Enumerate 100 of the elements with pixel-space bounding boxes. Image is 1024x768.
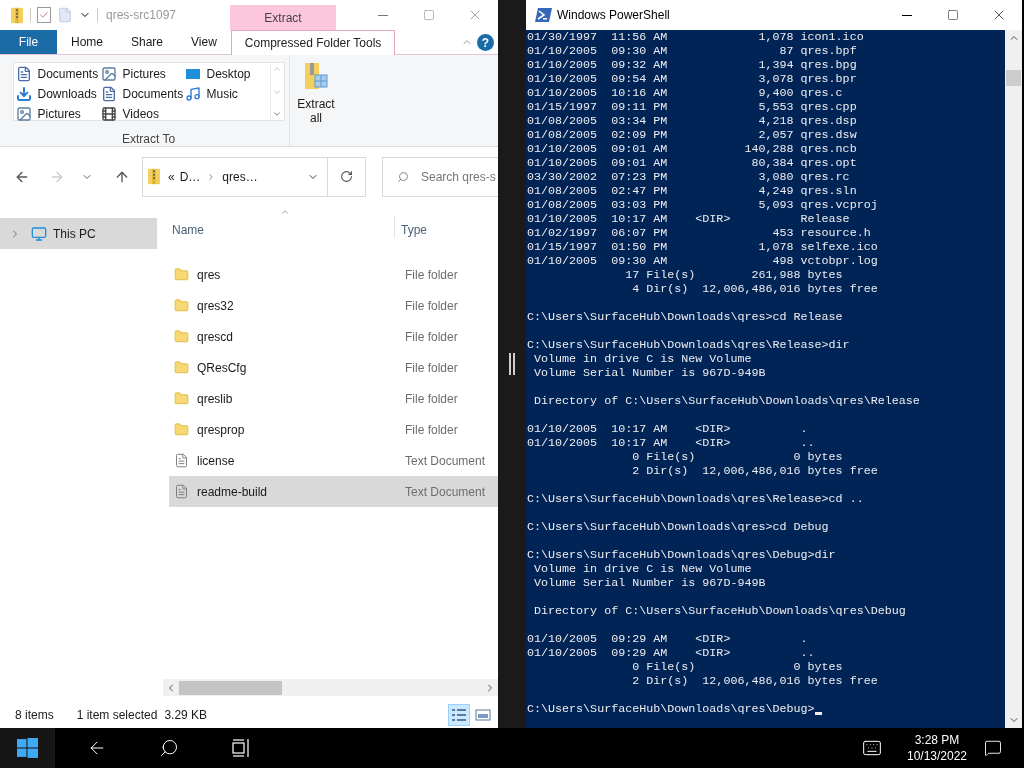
document-icon bbox=[15, 66, 32, 82]
file-row[interactable]: qreslib File folder bbox=[169, 383, 498, 414]
maximize-icon bbox=[947, 9, 959, 21]
nav-item[interactable]: This PC bbox=[0, 218, 157, 249]
console-line: 01/10/2005 09:32 AM 1,394 qres.bpg bbox=[527, 58, 857, 72]
start-button[interactable] bbox=[0, 728, 55, 768]
address-bar[interactable]: « D… qres… bbox=[142, 156, 366, 197]
scroll-thumb[interactable] bbox=[179, 680, 282, 695]
notifications-icon[interactable] bbox=[984, 739, 1002, 757]
keyboard-icon[interactable] bbox=[860, 738, 884, 758]
gallery-item[interactable]: Downloads bbox=[15, 84, 101, 104]
file-row[interactable]: readme-build Text Document bbox=[169, 476, 498, 507]
ribbon-tab[interactable]: Share bbox=[117, 30, 178, 54]
file-row[interactable]: qrescd File folder bbox=[169, 321, 498, 352]
console-line: 01/08/2005 02:09 PM 2,057 qres.dsw bbox=[527, 128, 857, 142]
file-row[interactable]: qres File folder bbox=[169, 259, 498, 290]
picture-icon bbox=[15, 106, 32, 122]
column-header[interactable]: Type bbox=[401, 221, 427, 239]
console-line: 01/10/2005 10:17 AM <DIR> .. bbox=[527, 436, 815, 450]
text-file-icon bbox=[174, 484, 189, 499]
console-line: C:\Users\SurfaceHub\Downloads\qres\Debug>dir bbox=[527, 548, 836, 562]
minimize-icon bbox=[902, 14, 912, 16]
horizontal-scrollbar[interactable] bbox=[163, 679, 498, 696]
search-icon bbox=[397, 170, 409, 183]
console-line: 01/08/2005 03:03 PM 5,093 qres.vcproj bbox=[527, 198, 878, 212]
gallery-item[interactable]: Pictures bbox=[15, 104, 101, 124]
console-line: C:\Users\SurfaceHub\Downloads\qres\Release>dir bbox=[527, 338, 850, 352]
zip-folder-icon bbox=[10, 6, 24, 24]
text-file-icon bbox=[174, 453, 189, 468]
breadcrumb[interactable]: D… bbox=[179, 167, 201, 186]
music-icon bbox=[184, 86, 201, 102]
breadcrumb[interactable]: qres… bbox=[222, 167, 258, 186]
console-line: 01/15/1997 01:50 PM 1,078 selfexe.ico bbox=[527, 240, 878, 254]
console-line: 01/10/2005 09:29 AM <DIR> . bbox=[527, 632, 808, 646]
console-line: 0 File(s) 0 bytes bbox=[631, 660, 843, 674]
console-line: 01/10/2005 09:01 AM 80,384 qres.opt bbox=[527, 156, 857, 170]
console-line: C:\Users\SurfaceHub\Downloads\qres\Release>cd .. bbox=[527, 492, 864, 506]
ribbon-tab[interactable]: Home bbox=[57, 30, 117, 54]
windows-logo-icon bbox=[17, 737, 38, 759]
console-line: Directory of C:\Users\SurfaceHub\Downloads\qres\Release bbox=[533, 394, 920, 408]
details-view-icon bbox=[451, 708, 467, 722]
search-icon bbox=[159, 738, 179, 758]
minimize-icon bbox=[378, 14, 388, 16]
gallery-item[interactable]: Pictures bbox=[100, 64, 185, 84]
file-row[interactable]: QResCfg File folder bbox=[169, 352, 498, 383]
task-view-icon bbox=[231, 738, 251, 758]
details-view-button[interactable] bbox=[448, 704, 470, 726]
clock[interactable]: 3:28 PM 10/13/2022 bbox=[902, 732, 972, 764]
ribbon-tab[interactable]: Compressed Folder Tools bbox=[230, 30, 396, 55]
console-line: 01/02/1997 06:07 PM 453 resource.h bbox=[527, 226, 871, 240]
context-tab-header: Extract bbox=[230, 5, 336, 30]
gallery-item[interactable]: Documents bbox=[100, 84, 185, 104]
ribbon-tab[interactable]: View bbox=[177, 30, 231, 54]
gallery-item[interactable]: Videos bbox=[100, 104, 185, 124]
gallery-item[interactable]: Documents bbox=[15, 64, 101, 84]
picture-icon bbox=[100, 66, 117, 82]
console-line: Volume Serial Number is 967D-949B bbox=[533, 366, 766, 380]
folder-icon bbox=[174, 422, 189, 437]
scroll-up-icon[interactable] bbox=[272, 64, 282, 74]
folder-icon bbox=[174, 298, 189, 313]
overflow-crumb[interactable]: « bbox=[168, 167, 175, 186]
console-line: 0 File(s) 0 bytes bbox=[631, 450, 843, 464]
group-label: Extract To bbox=[121, 131, 176, 148]
gallery-item[interactable]: Music bbox=[184, 84, 270, 104]
console-line: 2 Dir(s) 12,006,486,016 bytes free bbox=[631, 674, 878, 688]
file-row[interactable]: license Text Document bbox=[169, 445, 498, 476]
vertical-scrollbar[interactable] bbox=[1005, 30, 1022, 728]
console-line: C:\Users\SurfaceHub\Downloads\qres\Debug> bbox=[527, 702, 815, 716]
console-line: 01/08/2005 03:34 PM 4,218 qres.dsp bbox=[527, 114, 857, 128]
item-count: 8 items bbox=[15, 707, 54, 724]
refresh-icon[interactable] bbox=[340, 170, 353, 183]
console-line: 01/08/2005 02:47 PM 4,249 qres.sln bbox=[527, 184, 857, 198]
file-row[interactable]: qres32 File folder bbox=[169, 290, 498, 321]
gallery-item[interactable]: Desktop bbox=[184, 64, 270, 84]
file-row[interactable]: qresprop File folder bbox=[169, 414, 498, 445]
scroll-thumb[interactable] bbox=[1006, 70, 1021, 86]
console-line: 01/30/1997 11:56 AM 1,078 icon1.ico bbox=[527, 30, 864, 44]
console-line: Volume in drive C is New Volume bbox=[533, 352, 752, 366]
console-line: 01/10/2005 09:29 AM <DIR> .. bbox=[527, 646, 815, 660]
computer-icon bbox=[31, 225, 47, 242]
properties-icon[interactable] bbox=[37, 7, 51, 23]
zip-folder-icon bbox=[147, 168, 161, 185]
console-line: 01/10/2005 10:17 AM <DIR> . bbox=[527, 422, 808, 436]
console-line: 03/30/2002 07:23 PM 3,080 qres.rc bbox=[527, 170, 850, 184]
console-line: 01/10/2005 09:30 AM 498 vctobpr.log bbox=[527, 254, 878, 268]
console-line: 01/10/2005 09:01 AM 140,288 qres.ncb bbox=[527, 142, 857, 156]
film-icon bbox=[100, 106, 117, 122]
new-folder-icon[interactable] bbox=[57, 7, 73, 23]
expand-gallery-icon[interactable] bbox=[272, 109, 282, 119]
column-header[interactable]: Name bbox=[172, 221, 394, 239]
desktop-icon bbox=[184, 66, 201, 82]
window-title: qres-src1097 bbox=[106, 7, 177, 24]
download-icon bbox=[15, 86, 32, 102]
extract-all-button[interactable]: Extract all bbox=[291, 55, 341, 146]
console-line: 4 Dir(s) 12,006,486,016 bytes free bbox=[631, 282, 878, 296]
selection-info: 1 item selected bbox=[76, 707, 158, 724]
console-line: C:\Users\SurfaceHub\Downloads\qres>cd Release bbox=[527, 310, 843, 324]
console-line: 01/10/2005 10:17 AM <DIR> Release bbox=[527, 212, 850, 226]
ribbon-tab[interactable]: File bbox=[0, 30, 57, 54]
help-icon[interactable]: ? bbox=[477, 34, 494, 51]
